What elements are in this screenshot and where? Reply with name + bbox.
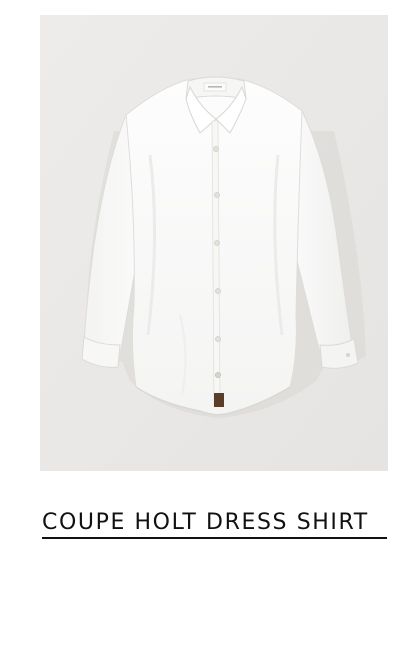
title-underline [42,537,387,539]
product-title[interactable]: COUPE HOLT DRESS SHIRT [42,508,388,538]
white-dress-shirt-icon [40,15,388,471]
product-image[interactable] [40,15,388,471]
product-card[interactable]: COUPE HOLT DRESS SHIRT [0,0,400,666]
